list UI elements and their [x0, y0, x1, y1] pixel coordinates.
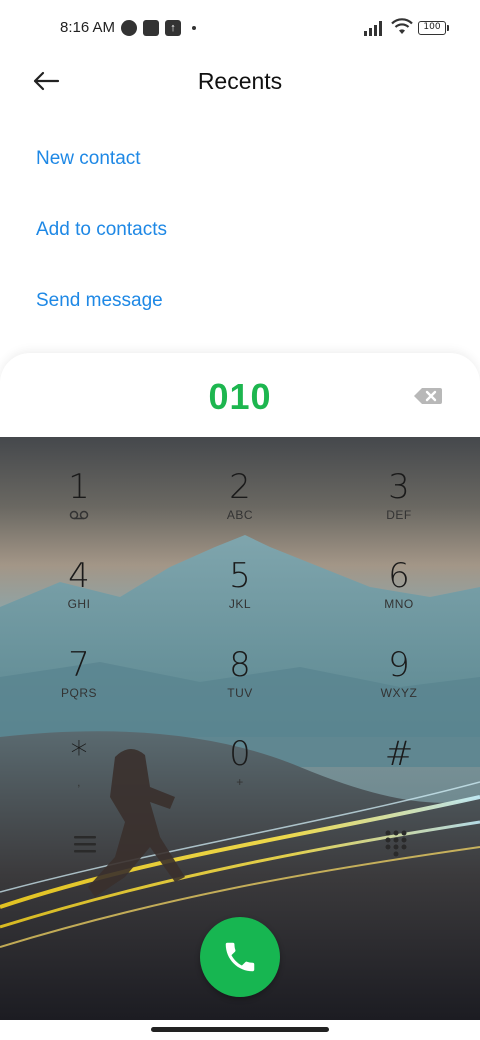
key-digit: 7	[68, 645, 90, 685]
send-message-link[interactable]: Send message	[36, 290, 163, 312]
new-contact-link[interactable]: New contact	[36, 148, 141, 170]
key-letters: PQRS	[60, 686, 97, 700]
navigation-bar	[0, 1020, 480, 1040]
key-3[interactable]: 3 DEF	[344, 467, 454, 543]
menu-icon[interactable]	[70, 832, 100, 856]
key-letters: GHI	[67, 597, 91, 611]
key-digit: 2	[229, 467, 251, 507]
key-letters: MNO	[384, 597, 414, 611]
key-4[interactable]: 4 GHI	[24, 556, 134, 632]
dialed-number: 010	[208, 376, 272, 417]
status-bar: 8:16 AM ↑ 100	[0, 0, 480, 56]
more-notifications-dot-icon	[192, 26, 196, 30]
app-header: Recents	[0, 56, 480, 106]
add-to-contacts-link[interactable]: Add to contacts	[36, 219, 167, 241]
notification-square-icon	[143, 20, 159, 36]
key-digit: #	[384, 734, 414, 774]
home-indicator[interactable]	[151, 1027, 329, 1032]
voicemail-icon	[69, 510, 89, 520]
key-digit: 8	[229, 645, 251, 685]
keypad-area: 1 2 ABC 3 DEF 4 GHI 5 JKL 6 MNO 7 PQRS 8…	[0, 437, 480, 1020]
battery-icon: 100	[418, 21, 449, 35]
key-5[interactable]: 5 JKL	[185, 556, 295, 632]
key-star[interactable]: * ,	[24, 734, 134, 810]
status-time: 8:16 AM	[60, 19, 116, 36]
key-9[interactable]: 9 WXYZ	[344, 645, 454, 721]
page-title: Recents	[197, 68, 283, 94]
key-letters: ABC	[226, 508, 254, 522]
key-digit: 3	[388, 467, 410, 507]
key-letters: DEF	[386, 508, 412, 522]
key-digit: 5	[229, 556, 251, 596]
wifi-icon	[391, 18, 413, 34]
call-button[interactable]	[200, 917, 280, 997]
key-hash[interactable]: #	[344, 734, 454, 810]
phone-icon	[225, 942, 255, 972]
key-letters: JKL	[228, 597, 252, 611]
key-8[interactable]: 8 TUV	[185, 645, 295, 721]
key-digit: *	[70, 734, 88, 774]
key-1[interactable]: 1	[24, 467, 134, 543]
key-0[interactable]: 0 +	[185, 734, 295, 810]
key-digit: 4	[68, 556, 90, 596]
key-6[interactable]: 6 MNO	[344, 556, 454, 632]
notification-circle-icon	[121, 20, 137, 36]
dialpad-icon[interactable]	[383, 829, 409, 859]
key-digit: 1	[68, 467, 90, 507]
key-letters: +	[236, 775, 244, 789]
key-2[interactable]: 2 ABC	[185, 467, 295, 543]
key-digit: 9	[388, 645, 410, 685]
upload-icon: ↑	[165, 20, 181, 36]
key-7[interactable]: 7 PQRS	[24, 645, 134, 721]
key-letters: ,	[77, 775, 81, 789]
backspace-button[interactable]	[413, 385, 443, 407]
key-digit: 6	[388, 556, 410, 596]
key-digit: 0	[229, 734, 251, 774]
signal-icon	[364, 21, 382, 36]
key-letters: TUV	[227, 686, 253, 700]
key-letters: WXYZ	[380, 686, 418, 700]
